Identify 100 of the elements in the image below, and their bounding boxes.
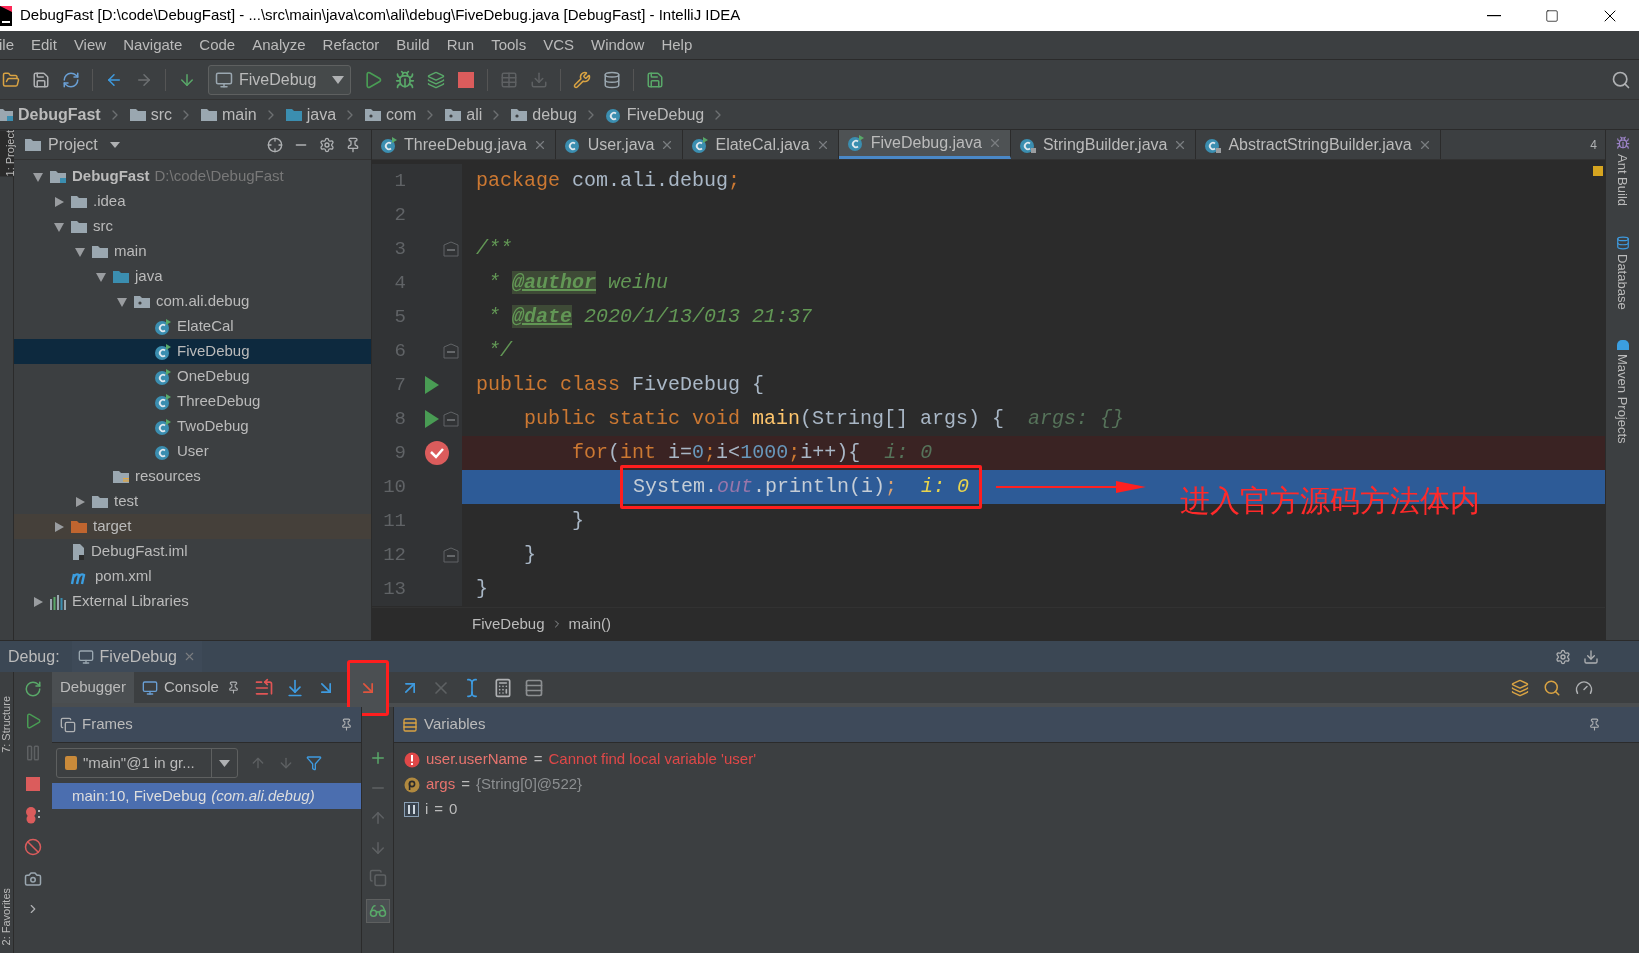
tool-window-tab[interactable]: 2: Favorites [0, 887, 13, 945]
menu-item[interactable]: Code [199, 33, 236, 57]
menu-item[interactable]: Build [396, 33, 430, 57]
tree-item[interactable]: resources [14, 464, 371, 489]
tree-item[interactable]: target [14, 514, 371, 539]
editor-tab[interactable]: FiveDebug.java [838, 130, 1011, 159]
menu-item[interactable]: Edit [31, 33, 57, 57]
gauge-icon[interactable] [1575, 678, 1593, 697]
frame-item[interactable]: main:10, FiveDebug (com.ali.debug) [52, 783, 361, 809]
collapsed-arrow-icon[interactable] [74, 495, 86, 508]
warning-marker[interactable] [1593, 166, 1603, 176]
expanded-arrow-icon[interactable] [32, 170, 44, 183]
debug-tab[interactable]: Debugger [52, 672, 134, 703]
search-icon[interactable] [1611, 69, 1631, 90]
tree-item[interactable]: main [14, 239, 371, 264]
menu-item[interactable]: Tools [491, 33, 527, 57]
tree-item[interactable]: src [14, 214, 371, 239]
menu-item[interactable]: Analyze [252, 33, 306, 57]
editor-tab[interactable]: User.java [555, 130, 684, 159]
tree-item[interactable]: TwoDebug [14, 414, 371, 439]
fold-icon[interactable] [443, 547, 459, 563]
breadcrumb-item[interactable]: FiveDebug [472, 612, 545, 636]
collapsed-arrow-icon[interactable] [32, 595, 44, 608]
run-icon[interactable] [424, 375, 440, 395]
menu-item[interactable]: ile [0, 33, 14, 57]
menu-item[interactable]: Run [446, 33, 475, 57]
tree-item[interactable]: OneDebug [14, 364, 371, 389]
breadcrumb-item[interactable]: FiveDebug [604, 102, 705, 127]
breadcrumb-item[interactable]: DebugFast [0, 102, 101, 127]
dropdown-caret-icon[interactable] [109, 141, 120, 148]
settings-icon[interactable] [1555, 648, 1571, 665]
editor-tab[interactable]: AbstractStringBuilder.java [1196, 130, 1441, 159]
sync-icon[interactable] [62, 70, 80, 89]
thread-dropdown[interactable]: "main"@1 in gr... [56, 748, 238, 778]
tool-window-tab[interactable]: Database [1612, 236, 1633, 310]
tree-item[interactable]: User [14, 439, 371, 464]
fold-icon[interactable] [443, 411, 459, 427]
tree-item[interactable]: java [14, 264, 371, 289]
show-execution-point-icon[interactable] [253, 677, 274, 698]
tool-window-tab[interactable]: Ant Build [1612, 136, 1633, 207]
editor-tab[interactable]: ElateCal.java [683, 130, 839, 159]
breakpoint-icon[interactable] [424, 440, 450, 466]
tree-item[interactable]: ElateCal [14, 314, 371, 339]
tool-window-tab[interactable]: 7: Structure [0, 696, 13, 753]
variable-row[interactable]: user.userName = Cannot find local variable 'user' [404, 747, 1639, 772]
camera-icon[interactable] [24, 870, 42, 888]
pin-icon[interactable] [226, 681, 240, 694]
view-breakpoints-icon[interactable] [24, 806, 42, 824]
fold-icon[interactable] [443, 241, 459, 257]
settings-icon[interactable] [319, 136, 335, 153]
tree-item[interactable]: ThreeDebug [14, 389, 371, 414]
pin-icon[interactable] [340, 718, 353, 731]
menu-item[interactable]: Window [591, 33, 645, 57]
tab-count[interactable]: 4 [1590, 135, 1605, 154]
collapsed-arrow-icon[interactable] [53, 520, 65, 533]
breadcrumb-item[interactable]: ali [444, 102, 483, 127]
tool-window-tab[interactable]: Maven Projects [1612, 339, 1633, 444]
collapsed-arrow-icon[interactable] [53, 195, 65, 208]
resume-icon[interactable] [24, 712, 42, 730]
variable-row[interactable]: i = 0 [404, 797, 1639, 822]
expanded-arrow-icon[interactable] [74, 245, 86, 258]
save-icon[interactable] [32, 70, 50, 89]
expanded-arrow-icon[interactable] [53, 220, 65, 233]
open-icon[interactable] [2, 70, 20, 89]
run-config-dropdown[interactable]: FiveDebug [208, 64, 352, 95]
filter-icon[interactable] [306, 755, 322, 771]
settings-icon[interactable] [573, 70, 592, 89]
menu-item[interactable]: Navigate [123, 33, 183, 57]
pin-icon[interactable] [1588, 718, 1601, 731]
breadcrumb-item[interactable]: debug [510, 102, 577, 127]
menu-item[interactable]: View [73, 33, 107, 57]
locate-icon[interactable] [267, 136, 283, 153]
tree-item[interactable]: pom.xml [14, 564, 371, 589]
session-tab[interactable]: FiveDebug [71, 641, 202, 672]
stop-icon[interactable] [457, 70, 476, 89]
fold-icon[interactable] [443, 343, 459, 359]
breadcrumb-item[interactable]: main() [568, 612, 612, 636]
menu-item[interactable]: Refactor [322, 33, 380, 57]
tree-item[interactable]: test [14, 489, 371, 514]
breadcrumb-item[interactable]: src [128, 102, 172, 127]
breadcrumb-item[interactable]: com [364, 102, 417, 127]
variable-row[interactable]: args = {String[0]@522} [404, 772, 1639, 797]
rerun-icon[interactable] [24, 680, 42, 698]
editor-tab[interactable]: ThreeDebug.java [372, 130, 556, 159]
tree-item[interactable]: com.ali.debug [14, 289, 371, 314]
expanded-arrow-icon[interactable] [116, 295, 128, 308]
tree-item[interactable]: .idea [14, 189, 371, 214]
breadcrumb-item[interactable]: java [284, 102, 337, 127]
debug-icon[interactable] [395, 69, 416, 90]
debug-tab[interactable]: Console [133, 672, 227, 703]
mute-breakpoints-icon[interactable] [24, 838, 42, 856]
editor-tab[interactable]: StringBuilder.java [1010, 130, 1197, 159]
breadcrumb-item[interactable]: main [200, 102, 257, 127]
expanded-arrow-icon[interactable] [95, 270, 107, 283]
panel-title[interactable]: Project [48, 132, 98, 157]
run-icon[interactable] [363, 69, 384, 90]
tree-item[interactable]: FiveDebug [14, 339, 371, 364]
menu-item[interactable]: Help [661, 33, 693, 57]
tree-item[interactable]: External Libraries [14, 589, 371, 614]
run-icon[interactable] [424, 409, 440, 429]
